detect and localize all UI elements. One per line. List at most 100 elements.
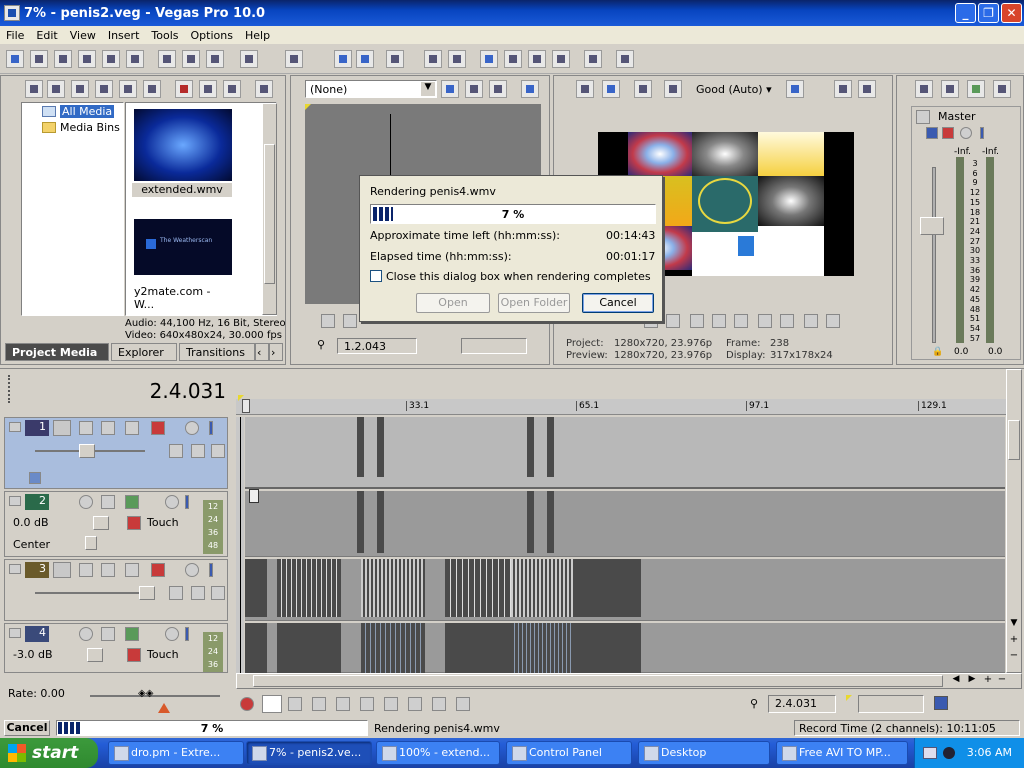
track-motion-icon[interactable] — [79, 563, 93, 577]
audio-event[interactable] — [361, 623, 425, 673]
scroll-down-icon[interactable]: ▼ — [1008, 618, 1020, 630]
menu-file[interactable]: File — [0, 29, 30, 42]
trimmer-properties-icon[interactable] — [441, 80, 459, 98]
tab-project-media[interactable]: Project Media — [5, 343, 109, 361]
arm-record-icon[interactable] — [79, 627, 93, 641]
scroll-thumb[interactable] — [264, 144, 275, 284]
media-properties-icon[interactable] — [199, 80, 217, 98]
selection-tool-icon[interactable] — [528, 50, 546, 68]
save-as-icon[interactable] — [78, 50, 96, 68]
remove-media-icon[interactable] — [175, 80, 193, 98]
extract-audio-icon[interactable] — [95, 80, 113, 98]
scroll-thumb[interactable] — [253, 675, 943, 687]
get-photo-icon[interactable] — [71, 80, 89, 98]
preview-fx-icon[interactable] — [634, 80, 652, 98]
solo-icon[interactable] — [185, 495, 189, 509]
vegas-app-icon[interactable] — [4, 5, 20, 21]
pause-icon[interactable] — [712, 314, 726, 328]
master-mute-icon[interactable] — [960, 127, 972, 139]
menu-options[interactable]: Options — [185, 29, 239, 42]
mute-icon[interactable] — [185, 563, 199, 577]
playhead-handle[interactable] — [242, 399, 250, 413]
audio-event[interactable] — [511, 623, 573, 673]
track-volume[interactable]: -3.0 dB — [13, 648, 53, 661]
solo-icon[interactable] — [209, 563, 213, 577]
whats-this-help-icon[interactable] — [616, 50, 634, 68]
copy-icon[interactable] — [182, 50, 200, 68]
track-collapse-icon[interactable] — [9, 628, 21, 638]
compositing-mode-icon[interactable] — [125, 563, 139, 577]
video-event[interactable] — [361, 559, 425, 617]
trimmer-preview-icon[interactable] — [521, 80, 539, 98]
downmix-icon[interactable] — [941, 80, 959, 98]
mute-icon[interactable] — [165, 627, 179, 641]
overlays-icon[interactable] — [786, 80, 804, 98]
track-color-swatch[interactable] — [53, 420, 71, 436]
taskbar-button[interactable]: Control Panel — [506, 741, 632, 765]
track-fx-icon[interactable] — [125, 627, 139, 641]
track-motion-icon[interactable] — [79, 421, 93, 435]
menu-view[interactable]: View — [64, 29, 102, 42]
track-header-2[interactable]: 2 0.0 dB Touch Center 12 24 36 48 — [4, 491, 228, 557]
master-fx-icon[interactable] — [926, 127, 938, 139]
transport-time[interactable]: 2.4.031 — [768, 695, 836, 713]
play-icon[interactable] — [343, 314, 357, 328]
taskbar-button-vegas[interactable]: 7% - penis2.ve... — [246, 741, 372, 765]
next-frame-icon[interactable] — [826, 314, 840, 328]
paste-icon[interactable] — [206, 50, 224, 68]
track-fx-icon[interactable] — [125, 495, 139, 509]
scroll-thumb[interactable] — [1008, 420, 1020, 460]
track-settings-icon[interactable] — [151, 421, 165, 435]
scroll-left-icon[interactable]: ◀ — [949, 674, 963, 688]
solo-icon[interactable] — [209, 421, 213, 435]
menu-help[interactable]: Help — [239, 29, 276, 42]
invert-phase-icon[interactable] — [101, 495, 115, 509]
automation-icon[interactable] — [127, 516, 141, 530]
rate-slider[interactable]: ◈◈ — [138, 688, 162, 702]
external-monitor-icon[interactable] — [602, 80, 620, 98]
preview-quality-dropdown[interactable]: Good (Auto) ▾ — [696, 81, 782, 97]
close-on-complete-checkbox[interactable] — [370, 270, 382, 282]
scroll-right-icon[interactable]: ▶ — [965, 674, 979, 688]
automation-mode[interactable]: Touch — [147, 648, 179, 661]
undo-icon[interactable] — [240, 50, 258, 68]
selection-length[interactable] — [858, 695, 924, 713]
volume-slider[interactable] — [93, 516, 109, 530]
media-thumbnail[interactable] — [134, 109, 232, 181]
ripple-edit-icon[interactable] — [386, 50, 404, 68]
properties-icon[interactable] — [126, 50, 144, 68]
audio-event[interactable] — [573, 623, 641, 673]
solo-icon[interactable] — [185, 627, 189, 641]
track-fx-icon[interactable] — [101, 421, 115, 435]
play-from-start-icon[interactable] — [666, 314, 680, 328]
video-event[interactable] — [357, 417, 364, 477]
render-as-icon[interactable] — [102, 50, 120, 68]
audio-event[interactable] — [245, 623, 267, 673]
track-header-4[interactable]: 4 -3.0 dB Touch 12 24 36 — [4, 623, 228, 673]
render-cancel-button[interactable]: Cancel — [4, 720, 50, 736]
media-item-label[interactable]: y2mate.com - W... — [134, 285, 234, 311]
selection-lock-icon[interactable] — [934, 696, 948, 710]
media-scrollbar[interactable] — [262, 103, 277, 315]
play-icon[interactable] — [312, 697, 326, 711]
track-header-3[interactable]: 3 — [4, 559, 228, 621]
lock-envelopes-icon[interactable] — [424, 50, 442, 68]
audio-event[interactable] — [527, 491, 534, 553]
open-folder-button[interactable]: Open Folder — [498, 293, 570, 313]
timeline-horizontal-scrollbar[interactable]: ◀ ▶ + − — [236, 673, 1022, 689]
previous-frame-icon[interactable] — [432, 697, 446, 711]
track-fx-icon[interactable] — [101, 563, 115, 577]
start-button[interactable]: start — [0, 738, 98, 768]
video-event[interactable] — [277, 559, 341, 617]
taskbar-button[interactable]: Free AVI TO MP... — [776, 741, 908, 765]
mixer-properties-icon[interactable] — [915, 80, 933, 98]
copy-snapshot-icon[interactable] — [834, 80, 852, 98]
keyboard-icon[interactable] — [923, 747, 937, 759]
previous-frame-icon[interactable] — [804, 314, 818, 328]
capture-video-icon[interactable] — [47, 80, 65, 98]
audio-event[interactable] — [357, 491, 364, 553]
auto-crossfade-icon[interactable] — [356, 50, 374, 68]
master-chain-icon[interactable] — [942, 127, 954, 139]
master-fader[interactable] — [920, 217, 944, 235]
import-media-icon[interactable] — [25, 80, 43, 98]
